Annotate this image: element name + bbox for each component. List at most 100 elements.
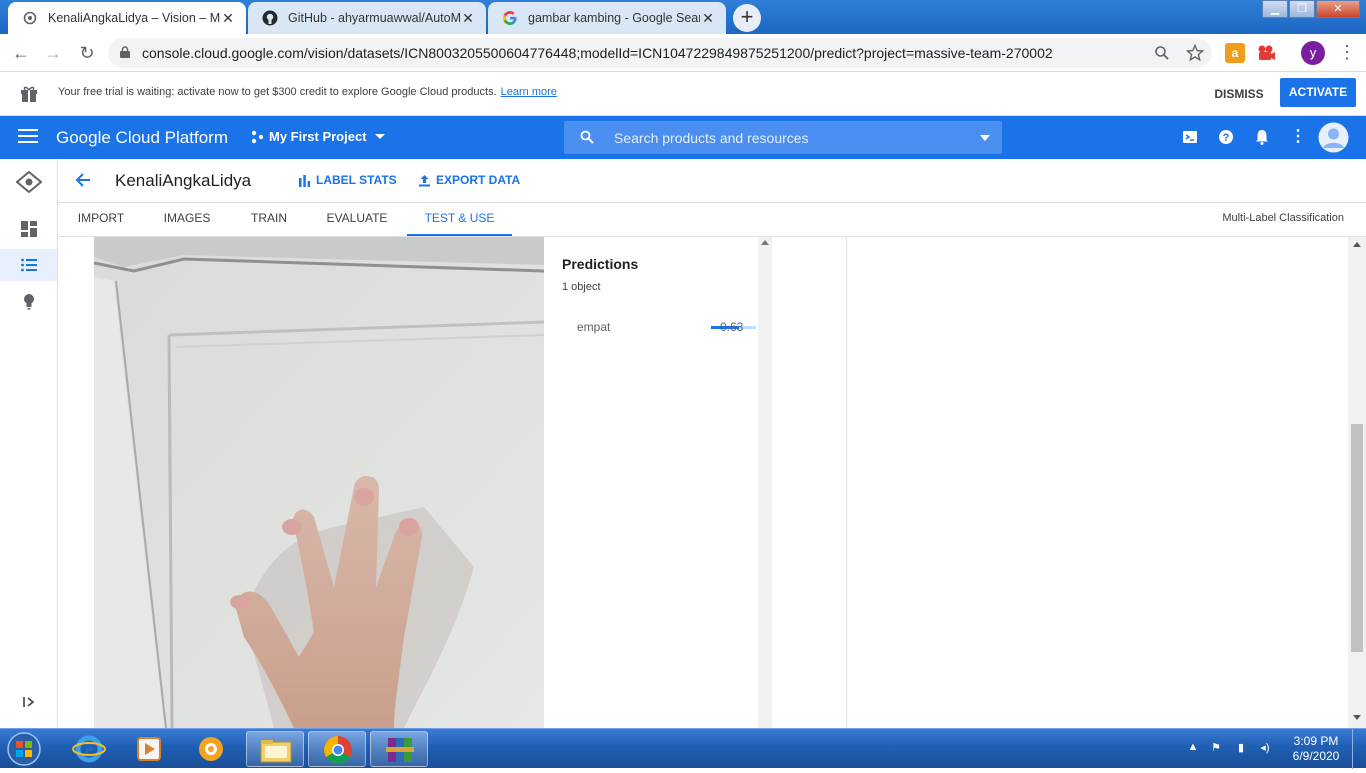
- svg-text:?: ?: [1223, 132, 1230, 144]
- chrome-icon: [324, 736, 352, 764]
- browser-tab-google[interactable]: gambar kambing - Google Search ✕: [488, 2, 726, 34]
- tab-evaluate[interactable]: EVALUATE: [316, 203, 398, 236]
- zoom-icon[interactable]: [1154, 45, 1170, 61]
- label-stats-button[interactable]: LABEL STATS: [298, 173, 397, 187]
- dashboard-icon[interactable]: [19, 219, 39, 239]
- start-button[interactable]: [4, 730, 44, 768]
- browser-tab-vision[interactable]: KenaliAngkaLidya – Vision – My F ✕: [8, 2, 246, 34]
- search-placeholder: Search products and resources: [614, 130, 809, 146]
- reload-icon[interactable]: ↻: [74, 40, 100, 66]
- bar-chart-icon: [299, 174, 311, 187]
- winrar-icon: [386, 738, 414, 762]
- vision-product-icon[interactable]: [16, 171, 42, 193]
- upload-icon: [419, 174, 430, 186]
- notifications-bell-icon[interactable]: [1253, 128, 1271, 146]
- bookmark-star-icon[interactable]: [1186, 44, 1204, 62]
- cloud-shell-icon[interactable]: [1181, 128, 1199, 146]
- taskbar-ie[interactable]: e: [60, 731, 118, 767]
- close-tab-icon[interactable]: ✕: [220, 10, 236, 27]
- windows-taskbar: e ▲ ⚑ ▮ ◂) 3:09 PM 6/9/2020: [0, 728, 1366, 769]
- tab-images[interactable]: IMAGES: [150, 203, 224, 236]
- prediction-panel: Predictions 1 object empat: [58, 237, 1348, 728]
- browser-toolbar: ← → ↻ console.cloud.google.com/vision/da…: [0, 34, 1366, 72]
- browser-tab-strip: KenaliAngkaLidya – Vision – My F ✕ GitHu…: [0, 0, 1366, 34]
- new-tab-button[interactable]: +: [733, 4, 761, 32]
- search-dropdown-icon[interactable]: [980, 135, 990, 141]
- tab-title: KenaliAngkaLidya – Vision – My F: [48, 11, 220, 25]
- taskbar-chrome[interactable]: [308, 731, 366, 767]
- address-bar[interactable]: console.cloud.google.com/vision/datasets…: [108, 38, 1212, 68]
- dismiss-button[interactable]: DISMISS: [1208, 80, 1270, 108]
- predictions-count: 1 object: [562, 281, 601, 293]
- uploaded-photo: [94, 237, 544, 728]
- scroll-up-icon[interactable]: [761, 240, 769, 245]
- dataset-name: KenaliAngkaLidya: [115, 171, 252, 190]
- account-avatar[interactable]: [1318, 122, 1349, 153]
- browser-tab-github[interactable]: GitHub - ahyarmuawwal/AutoML ✕: [248, 2, 486, 34]
- gear-icon: [199, 737, 223, 761]
- back-arrow-icon[interactable]: ←: [8, 40, 34, 66]
- tab-test-and-use[interactable]: TEST & USE: [407, 203, 512, 236]
- chevron-down-icon: [374, 134, 385, 139]
- taskbar-settings-app[interactable]: [182, 731, 240, 767]
- google-icon: [502, 10, 518, 26]
- prediction-label: empat: [577, 320, 611, 334]
- label-stats-label: LABEL STATS: [316, 173, 397, 187]
- maximize-icon[interactable]: ❐: [1289, 0, 1315, 18]
- learn-more-link[interactable]: Learn more: [501, 86, 557, 98]
- forward-arrow-icon[interactable]: →: [40, 40, 66, 66]
- profile-avatar[interactable]: y: [1301, 41, 1325, 65]
- volume-icon[interactable]: ◂): [1257, 741, 1273, 757]
- extension-icon[interactable]: a: [1225, 43, 1245, 63]
- extension-camera-icon[interactable]: [1256, 43, 1276, 63]
- panel-scrollbar[interactable]: [758, 237, 772, 728]
- minimize-icon[interactable]: ▁: [1262, 0, 1288, 18]
- hamburger-menu-icon[interactable]: [18, 129, 38, 145]
- taskbar-media-player[interactable]: [120, 731, 178, 767]
- close-window-icon[interactable]: ✕: [1316, 0, 1360, 18]
- prediction-score: 0.63: [720, 320, 744, 334]
- power-icon[interactable]: ▮: [1233, 741, 1249, 757]
- browser-menu-icon[interactable]: ⋮: [1338, 43, 1356, 63]
- show-hidden-icons[interactable]: ▲: [1185, 741, 1201, 757]
- tab-title: gambar kambing - Google Search: [528, 11, 700, 25]
- export-data-label: EXPORT DATA: [436, 173, 521, 187]
- back-arrow-icon[interactable]: [74, 171, 92, 189]
- github-icon: [262, 10, 278, 26]
- tab-train[interactable]: TRAIN: [234, 203, 304, 236]
- export-data-button[interactable]: EXPORT DATA: [418, 173, 520, 187]
- help-icon[interactable]: ?: [1217, 128, 1235, 146]
- clock-time: 3:09 PM: [1293, 734, 1339, 748]
- search-icon: [580, 130, 594, 144]
- trial-message-text: Your free trial is waiting: activate now…: [58, 86, 497, 98]
- show-desktop-button[interactable]: [1352, 729, 1366, 769]
- activate-button[interactable]: ACTIVATE: [1280, 78, 1356, 107]
- media-player-icon: [137, 737, 161, 761]
- url-text: console.cloud.google.com/vision/datasets…: [142, 45, 1053, 61]
- internet-explorer-icon: e: [72, 735, 106, 763]
- search-input[interactable]: Search products and resources: [564, 121, 1002, 154]
- scroll-down-icon[interactable]: [1353, 715, 1361, 720]
- folder-icon: [260, 740, 292, 763]
- list-icon[interactable]: [19, 255, 39, 275]
- action-center-icon[interactable]: ⚑: [1208, 741, 1224, 757]
- taskbar-file-explorer[interactable]: [246, 731, 304, 767]
- gcp-header: Google Cloud Platform My First Project S…: [0, 116, 1366, 159]
- scroll-up-icon[interactable]: [1353, 242, 1361, 247]
- more-options-icon[interactable]: ⋮: [1289, 128, 1307, 146]
- tab-import[interactable]: IMPORT: [64, 203, 138, 236]
- taskbar-winrar[interactable]: [370, 731, 428, 767]
- hand-photo: [94, 237, 544, 728]
- close-tab-icon[interactable]: ✕: [460, 10, 476, 27]
- predictions-title: Predictions: [562, 256, 639, 272]
- pane-divider: [846, 237, 847, 728]
- dataset-tabs: IMPORT IMAGES TRAIN EVALUATE TEST & USE …: [58, 203, 1366, 237]
- system-clock[interactable]: 3:09 PM 6/9/2020: [1286, 734, 1346, 764]
- lightbulb-icon[interactable]: [19, 291, 39, 311]
- model-type-label: Multi-Label Classification: [1222, 212, 1344, 224]
- project-selector[interactable]: My First Project: [250, 129, 385, 144]
- expand-rail-icon[interactable]: [22, 695, 36, 709]
- close-tab-icon[interactable]: ✕: [700, 10, 716, 27]
- scrollbar-thumb[interactable]: [1351, 424, 1363, 652]
- predictions-pane: Predictions 1 object empat: [544, 237, 828, 728]
